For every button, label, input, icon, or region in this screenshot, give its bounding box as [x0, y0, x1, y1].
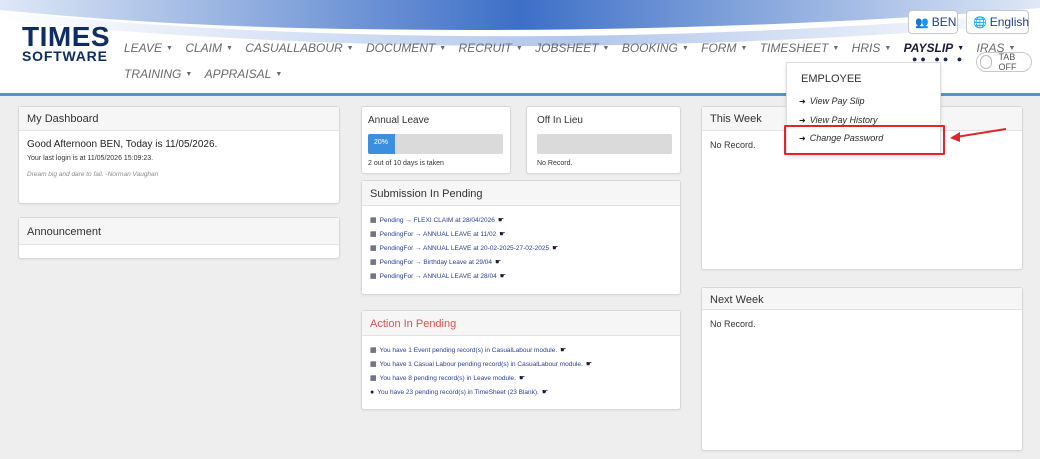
list-item[interactable]: ▦ You have 8 pending record(s) in Leave m… — [370, 374, 672, 383]
card-title: My Dashboard — [19, 107, 339, 131]
pointer-hand-icon: ☛ — [541, 389, 549, 396]
chevron-circle-right-icon: ➜ — [799, 116, 806, 125]
list-item[interactable]: ▦ Pending → FLEXI CLAIM at 28/04/2026 ☛ — [370, 216, 672, 225]
calendar-icon: ▦ — [370, 245, 377, 252]
next-week-text: No Record. — [710, 319, 756, 329]
pointer-hand-icon: ☛ — [552, 245, 559, 252]
grid-icon: ▦ — [370, 361, 377, 368]
users-icon: 👥 — [915, 16, 929, 29]
chevron-down-icon: ▼ — [832, 45, 840, 52]
nav-leave[interactable]: LEAVE ▼ — [124, 41, 173, 55]
card-title: Next Week — [702, 288, 1022, 310]
times-software-logo[interactable]: TIMES SOFTWARE — [22, 21, 111, 64]
nav-hris[interactable]: HRIS ▼ — [852, 41, 892, 55]
globe-icon: 🌐 — [973, 16, 987, 29]
annual-leave-progress: 20% — [368, 134, 503, 154]
pointer-hand-icon: ☛ — [499, 273, 506, 280]
calendar-icon: ▦ — [370, 259, 377, 266]
clock-icon: ● — [370, 388, 375, 396]
person-icon[interactable]: ● — [957, 54, 965, 64]
card-title: Action In Pending — [362, 311, 680, 336]
nav-training[interactable]: TRAINING ▼ — [124, 67, 192, 81]
chevron-down-icon: ▼ — [275, 71, 283, 78]
chevron-down-icon: ▼ — [602, 45, 610, 52]
card-title: Announcement — [19, 218, 339, 245]
pointer-hand-icon: ☛ — [499, 231, 506, 238]
user-button[interactable]: 👥 BEN — [908, 10, 958, 34]
red-arrow-annotation — [950, 128, 1007, 142]
chevron-down-icon: ▼ — [681, 45, 689, 52]
my-dashboard-card: My Dashboard Good Afternoon BEN, Today i… — [18, 106, 340, 204]
list-item[interactable]: ▦ You have 1 Event pending record(s) in C… — [370, 346, 672, 355]
list-item[interactable]: ▦ PendingFor → ANNUAL LEAVE at 20-02-2025… — [370, 244, 672, 253]
off-in-lieu-title: Off In Lieu — [537, 115, 583, 126]
grid-icon: ▦ — [370, 347, 377, 354]
announcement-card: Announcement — [18, 217, 340, 259]
nav-form[interactable]: FORM ▼ — [701, 41, 747, 55]
pointer-hand-icon: ☛ — [585, 361, 593, 368]
nav-casuallabour[interactable]: CASUALLABOUR ▼ — [245, 41, 353, 55]
toggle-knob — [980, 55, 993, 69]
chevron-down-icon: ▼ — [957, 45, 965, 52]
calendar-icon: ▦ — [370, 375, 377, 382]
chevron-down-icon: ▼ — [740, 45, 748, 52]
nav-appraisal[interactable]: APPRAISAL ▼ — [205, 67, 283, 81]
greeting-text: Good Afternoon BEN, Today is 11/05/2026. — [27, 139, 218, 150]
last-login-text: Your last login is at 11/05/2026 15:09:2… — [27, 155, 154, 162]
annual-leave-card: Annual Leave 20% 2 out of 10 days is tak… — [361, 106, 511, 174]
annual-leave-summary: 2 out of 10 days is taken — [368, 160, 444, 167]
card-title: Submission In Pending — [362, 181, 680, 206]
language-button[interactable]: 🌐 English — [966, 10, 1029, 34]
main-nav-row-1: LEAVE ▼ CLAIM ▼ CASUALLABOUR ▼ DOCUMENT ▼ RE… — [124, 41, 1024, 55]
menu-item-view-pay-slip[interactable]: ➜ View Pay Slip — [799, 96, 865, 106]
pointer-hand-icon: ☛ — [497, 217, 505, 224]
main-nav-row-2: TRAINING ▼ APPRAISAL ▼ — [124, 67, 291, 81]
quote-text: Dream big and dare to fail. -Norman Vaug… — [27, 171, 159, 178]
tab-toggle[interactable]: TAB OFF — [976, 52, 1032, 72]
calendar-icon: ▦ — [370, 231, 377, 238]
nav-document[interactable]: DOCUMENT ▼ — [366, 41, 446, 55]
logo-line-2: SOFTWARE — [22, 48, 108, 64]
nav-booking[interactable]: BOOKING ▼ — [622, 41, 689, 55]
chevron-down-icon: ▼ — [515, 45, 523, 52]
nav-claim[interactable]: CLAIM ▼ — [185, 41, 233, 55]
nav-timesheet[interactable]: TIMESHEET ▼ — [760, 41, 840, 55]
next-week-card: Next Week No Record. — [701, 287, 1023, 451]
nav-jobsheet[interactable]: JOBSHEET ▼ — [535, 41, 609, 55]
pointer-hand-icon: ☛ — [560, 347, 567, 354]
list-item[interactable]: ▦ PendingFor → ANNUAL LEAVE at 11/02 ☛ — [370, 230, 672, 239]
action-pending-card: Action In Pending ▦ You have 1 Event pend… — [361, 310, 681, 410]
progress-label: 20% — [374, 139, 389, 146]
pointer-hand-icon: ☛ — [518, 375, 526, 382]
submission-pending-card: Submission In Pending ▦ Pending → FLEXI C… — [361, 180, 681, 295]
chevron-down-icon: ▼ — [185, 71, 193, 78]
pointer-hand-icon: ☛ — [495, 259, 502, 266]
dropdown-heading: EMPLOYEE — [801, 73, 862, 85]
list-item[interactable]: ▦ You have 1 Casual Labour pending record… — [370, 360, 672, 369]
chevron-down-icon: ▼ — [1008, 45, 1016, 52]
off-in-lieu-card: Off In Lieu No Record. — [526, 106, 681, 174]
highlight-box — [784, 125, 945, 155]
menu-item-view-pay-history[interactable]: ➜ View Pay History — [799, 115, 878, 125]
chevron-down-icon: ▼ — [346, 45, 354, 52]
list-item[interactable]: ▦ PendingFor → Birthday Leave at 29/04 ☛ — [370, 258, 672, 267]
calendar-icon: ▦ — [370, 273, 377, 280]
list-item[interactable]: ▦ PendingFor → ANNUAL LEAVE at 28/04 ☛ — [370, 272, 672, 281]
chevron-down-icon: ▼ — [439, 45, 447, 52]
chevron-circle-right-icon: ➜ — [799, 97, 806, 106]
off-in-lieu-progress — [537, 134, 672, 154]
off-in-lieu-text: No Record. — [537, 160, 573, 167]
chevron-down-icon: ▼ — [884, 45, 892, 52]
chevron-down-icon: ▼ — [166, 45, 173, 52]
nav-payslip[interactable]: PAYSLIP ▼ — [904, 41, 965, 55]
grid-icon: ▦ — [370, 217, 377, 224]
list-item[interactable]: ● You have 23 pending record(s) in TimeSh… — [370, 388, 672, 397]
logo-line-1: TIMES — [22, 21, 111, 52]
nav-recruit[interactable]: RECRUIT ▼ — [459, 41, 523, 55]
annual-leave-title: Annual Leave — [368, 115, 430, 126]
chevron-down-icon: ▼ — [226, 45, 233, 52]
